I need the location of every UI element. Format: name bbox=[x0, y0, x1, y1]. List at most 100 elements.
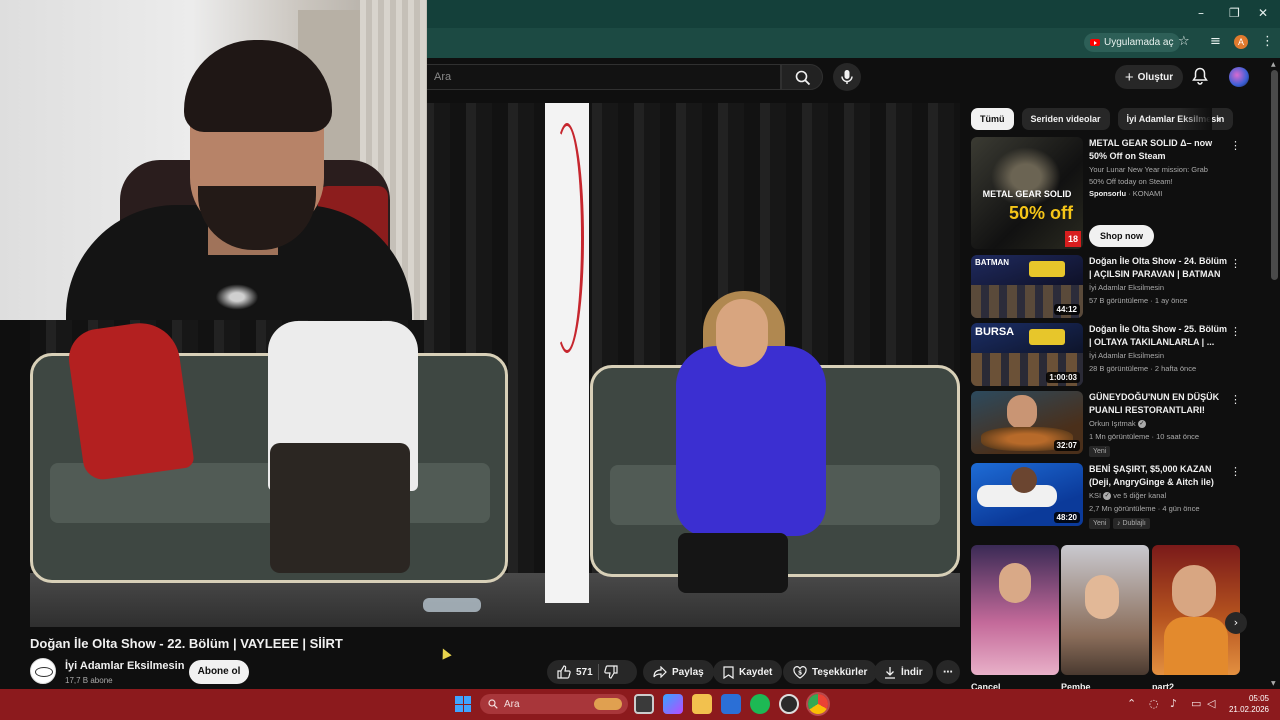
video-thumbnail[interactable]: BATMAN 44:12 bbox=[971, 255, 1083, 318]
channel-name[interactable]: Orkun Işıtmak ✓ bbox=[1089, 419, 1239, 429]
start-windows-icon[interactable] bbox=[455, 696, 471, 712]
ad-desc-line1: Your Lunar New Year mission: Grab bbox=[1089, 165, 1208, 174]
voice-search-button[interactable] bbox=[833, 63, 861, 91]
video-thumbnail[interactable]: 32:07 bbox=[971, 391, 1083, 454]
channel-name[interactable]: KSI ✓ ve 5 diğer kanal bbox=[1089, 491, 1239, 501]
more-options-icon[interactable]: ⋮ bbox=[1230, 257, 1241, 270]
video-thumbnail[interactable]: BURSA 1:00:03 bbox=[971, 323, 1083, 386]
new-badge: Yeni bbox=[1089, 518, 1111, 529]
ad-thumbnail[interactable]: METAL GEAR SOLID 50% off 18 bbox=[971, 137, 1083, 249]
network-icon[interactable]: ▭ bbox=[1191, 697, 1201, 710]
sponsored-label: Sponsorlu bbox=[1089, 189, 1127, 198]
channel-name-text: Orkun Işıtmak bbox=[1089, 419, 1136, 428]
search-button[interactable] bbox=[781, 64, 823, 90]
create-label: Oluştur bbox=[1137, 71, 1174, 83]
share-button[interactable]: Paylaş bbox=[643, 660, 714, 684]
download-button[interactable]: İndir bbox=[874, 660, 933, 684]
subscriber-count: 17,7 B abone bbox=[65, 676, 113, 685]
create-button[interactable]: + Oluştur bbox=[1115, 65, 1183, 89]
recommendation-item[interactable]: BATMAN 44:12 Doğan İle Olta Show - 24. B… bbox=[971, 255, 1261, 319]
browser-menu-icon[interactable]: ⋮ bbox=[1261, 34, 1274, 49]
ad-more-icon[interactable]: ⋮ bbox=[1230, 139, 1241, 152]
dubbed-label: Dublajlı bbox=[1122, 520, 1146, 527]
thanks-button[interactable]: $ Teşekkürler bbox=[783, 660, 878, 684]
browser-profile-avatar[interactable]: A bbox=[1234, 35, 1248, 49]
video-title: Doğan İle Olta Show - 22. Bölüm | VAYLEE… bbox=[30, 636, 343, 651]
like-divider bbox=[597, 664, 599, 680]
search-placeholder: Ara bbox=[434, 71, 452, 83]
more-options-icon[interactable]: ⋮ bbox=[1230, 393, 1241, 406]
scroll-up-icon[interactable]: ▲ bbox=[1271, 61, 1276, 68]
dubbed-badge: ♪ Dublajlı bbox=[1113, 518, 1150, 529]
like-count[interactable]: 571 bbox=[576, 667, 593, 678]
microphone-muted-icon[interactable]: ♪ bbox=[1170, 697, 1177, 710]
youtube-logo-icon bbox=[1090, 39, 1100, 46]
notifications-bell-icon[interactable] bbox=[1192, 67, 1208, 85]
short-thumbnail[interactable] bbox=[1152, 545, 1240, 675]
file-explorer-icon[interactable] bbox=[692, 694, 712, 714]
media-queue-icon[interactable]: ≡ bbox=[1210, 34, 1221, 49]
microsoft-365-icon[interactable] bbox=[663, 694, 683, 714]
taskbar-search[interactable]: Ara bbox=[480, 694, 628, 714]
video-title[interactable]: Doğan İle Olta Show - 24. Bölüm | AÇILSI… bbox=[1089, 255, 1229, 281]
close-icon[interactable]: ✕ bbox=[1258, 6, 1268, 20]
short-face bbox=[1172, 565, 1216, 617]
scroll-down-icon[interactable]: ▼ bbox=[1271, 680, 1276, 687]
microsoft-store-icon[interactable] bbox=[721, 694, 741, 714]
open-in-app-button[interactable]: Uygulamada aç bbox=[1084, 33, 1181, 52]
search-highlight-icon bbox=[594, 698, 622, 710]
minimize-icon[interactable]: – bbox=[1198, 6, 1204, 20]
search-input[interactable]: Ara bbox=[427, 64, 781, 90]
shorts-next-icon[interactable]: › bbox=[1225, 612, 1247, 634]
volume-icon[interactable]: ◁ bbox=[1207, 697, 1215, 710]
steam-icon[interactable] bbox=[779, 694, 799, 714]
page-scrollbar[interactable] bbox=[1271, 70, 1278, 280]
more-actions-button[interactable]: ⋯ bbox=[936, 660, 960, 684]
more-options-icon[interactable]: ⋮ bbox=[1230, 325, 1241, 338]
subscribe-button[interactable]: Abone ol bbox=[189, 660, 249, 684]
dislike-icon[interactable] bbox=[603, 665, 618, 679]
like-icon[interactable] bbox=[557, 665, 571, 679]
channel-avatar[interactable] bbox=[30, 658, 56, 684]
video-thumbnail[interactable]: 48:20 bbox=[971, 463, 1083, 526]
like-dislike-group: 571 bbox=[547, 660, 637, 684]
recommendation-item[interactable]: BURSA 1:00:03 Doğan İle Olta Show - 25. … bbox=[971, 323, 1261, 387]
video-title[interactable]: BENİ ŞAŞIRT, $5,000 KAZAN (Deji, AngryGi… bbox=[1089, 463, 1229, 489]
channel-name[interactable]: İyi Adamlar Eksilmesin bbox=[65, 660, 184, 672]
woman-boots bbox=[678, 533, 788, 593]
save-button[interactable]: Kaydet bbox=[713, 660, 783, 684]
bookmark-star-icon[interactable]: ☆ bbox=[1178, 34, 1190, 49]
chip-all[interactable]: Tümü bbox=[971, 108, 1014, 130]
chips-next-icon[interactable]: › bbox=[1216, 112, 1221, 126]
tray-overflow-icon[interactable]: ⌃ bbox=[1127, 697, 1136, 710]
chrome-icon[interactable] bbox=[808, 694, 828, 714]
tray-app-icon[interactable]: ◌ bbox=[1149, 697, 1159, 710]
ad-item[interactable]: METAL GEAR SOLID 50% off 18 METAL GEAR S… bbox=[971, 137, 1261, 249]
task-view-icon[interactable] bbox=[634, 694, 654, 714]
short-face bbox=[1085, 575, 1119, 619]
more-options-icon[interactable]: ⋮ bbox=[1230, 465, 1241, 478]
recommendation-item[interactable]: 48:20 BENİ ŞAŞIRT, $5,000 KAZAN (Deji, A… bbox=[971, 463, 1261, 533]
short-thumbnail[interactable] bbox=[971, 545, 1059, 675]
banner-logo-ring bbox=[550, 123, 584, 353]
webcam-overlay bbox=[0, 0, 427, 320]
browser-titlebar bbox=[427, 0, 1280, 28]
thumb-face bbox=[1011, 467, 1037, 493]
shop-now-button[interactable]: Shop now bbox=[1089, 225, 1154, 247]
restore-icon[interactable]: ❐ bbox=[1229, 6, 1240, 20]
video-title[interactable]: Doğan İle Olta Show - 25. Bölüm | OLTAYA… bbox=[1089, 323, 1229, 349]
video-title[interactable]: GÜNEYDOĞU'NUN EN DÜŞÜK PUANLI RESTORANTL… bbox=[1089, 391, 1229, 417]
ad-title[interactable]: METAL GEAR SOLID Δ– now 50% Off on Steam bbox=[1089, 137, 1229, 163]
short-thumbnail[interactable] bbox=[1061, 545, 1149, 675]
channel-name[interactable]: İyi Adamlar Eksilmesin bbox=[1089, 283, 1239, 292]
video-duration: 48:20 bbox=[1053, 512, 1080, 523]
user-avatar[interactable] bbox=[1229, 67, 1249, 87]
chips-fade bbox=[1180, 106, 1212, 132]
spotify-icon[interactable] bbox=[750, 694, 770, 714]
chip-series-videos[interactable]: Seriden videolar bbox=[1021, 108, 1110, 130]
super-thanks-icon: $ bbox=[793, 665, 807, 679]
channel-name[interactable]: İyi Adamlar Eksilmesin bbox=[1089, 351, 1239, 360]
recommendation-item[interactable]: 32:07 GÜNEYDOĞU'NUN EN DÜŞÜK PUANLI REST… bbox=[971, 391, 1261, 457]
ad-desc-line2: 50% Off today on Steam! bbox=[1089, 177, 1173, 186]
taskbar-clock[interactable]: 05:05 21.02.2026 bbox=[1223, 693, 1269, 715]
